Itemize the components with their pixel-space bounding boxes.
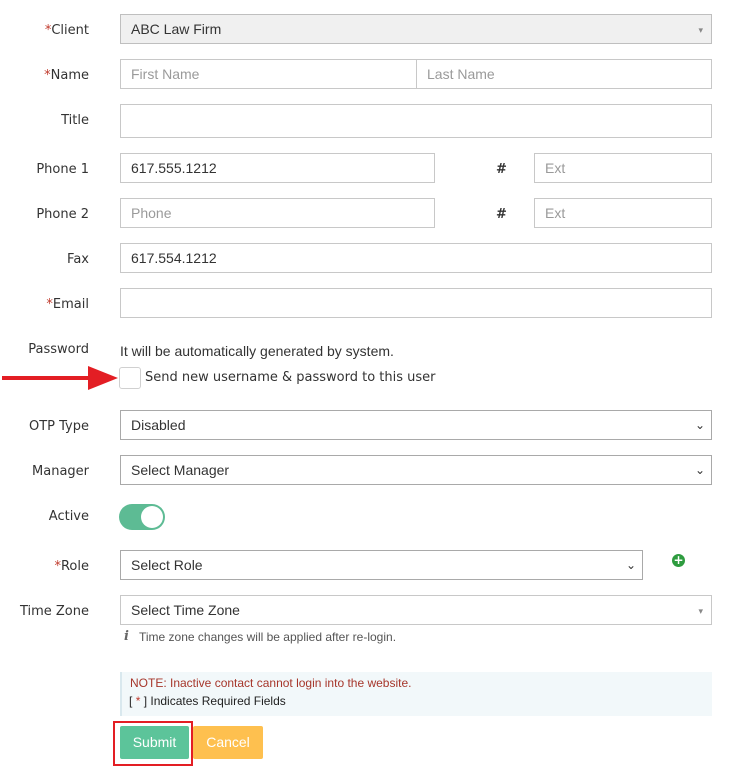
password-label: Password	[28, 342, 89, 357]
title-label: Title	[61, 113, 89, 128]
first-name-input[interactable]: First Name	[120, 59, 417, 89]
send-credentials-label: Send new username & password to this use…	[145, 370, 436, 385]
otp-type-select[interactable]: Disabled ⌄	[120, 410, 712, 440]
chevron-down-icon: ⌄	[694, 418, 705, 432]
fax-input[interactable]: 617.554.1212	[120, 243, 712, 273]
phone1-ext-hash: #	[496, 162, 507, 177]
email-input[interactable]	[120, 288, 712, 318]
phone2-ext-input[interactable]: Ext	[534, 198, 712, 228]
red-arrow-shaft	[2, 376, 92, 380]
phone2-input[interactable]: Phone	[120, 198, 435, 228]
client-label: *Client	[44, 23, 89, 38]
fax-label: Fax	[67, 252, 89, 267]
active-label: Active	[48, 509, 89, 524]
chevron-down-icon: ⌄	[625, 558, 636, 572]
time-zone-note: Time zone changes will be applied after …	[139, 630, 397, 644]
send-credentials-checkbox[interactable]	[119, 367, 141, 389]
role-select[interactable]: Select Role ⌄	[120, 550, 643, 580]
role-label: *Role	[54, 559, 89, 574]
chevron-down-icon: ⌄	[694, 463, 705, 477]
email-label: *Email	[46, 297, 89, 312]
manager-select[interactable]: Select Manager ⌄	[120, 455, 712, 485]
title-input[interactable]	[120, 104, 712, 138]
info-icon: i	[124, 629, 129, 644]
time-zone-select[interactable]: Select Time Zone ▾	[120, 595, 712, 625]
phone1-label: Phone 1	[36, 162, 89, 177]
red-arrow-icon	[88, 366, 118, 390]
cancel-button[interactable]: Cancel	[193, 726, 263, 759]
submit-button[interactable]: Submit	[120, 726, 189, 759]
phone2-label: Phone 2	[36, 207, 89, 222]
last-name-input[interactable]: Last Name	[416, 59, 712, 89]
dropdown-arrow-icon: ▾	[698, 25, 703, 35]
inactive-note: NOTE: Inactive contact cannot login into…	[130, 676, 412, 690]
required-fields-note: [ * ] Indicates Required Fields	[129, 694, 286, 708]
phone1-ext-input[interactable]: Ext	[534, 153, 712, 183]
name-label: *Name	[44, 68, 89, 83]
dropdown-arrow-icon: ▾	[698, 606, 703, 616]
manager-label: Manager	[32, 464, 89, 479]
add-role-icon[interactable]: +	[672, 554, 685, 567]
time-zone-label: Time Zone	[19, 604, 89, 619]
password-info-text: It will be automatically generated by sy…	[120, 343, 394, 359]
active-toggle[interactable]	[119, 504, 165, 530]
otp-type-label: OTP Type	[28, 419, 89, 434]
phone1-input[interactable]: 617.555.1212	[120, 153, 435, 183]
phone2-ext-hash: #	[496, 207, 507, 222]
client-select[interactable]: ABC Law Firm ▾	[120, 14, 712, 44]
toggle-knob	[141, 506, 163, 528]
notes-box: NOTE: Inactive contact cannot login into…	[120, 672, 712, 716]
